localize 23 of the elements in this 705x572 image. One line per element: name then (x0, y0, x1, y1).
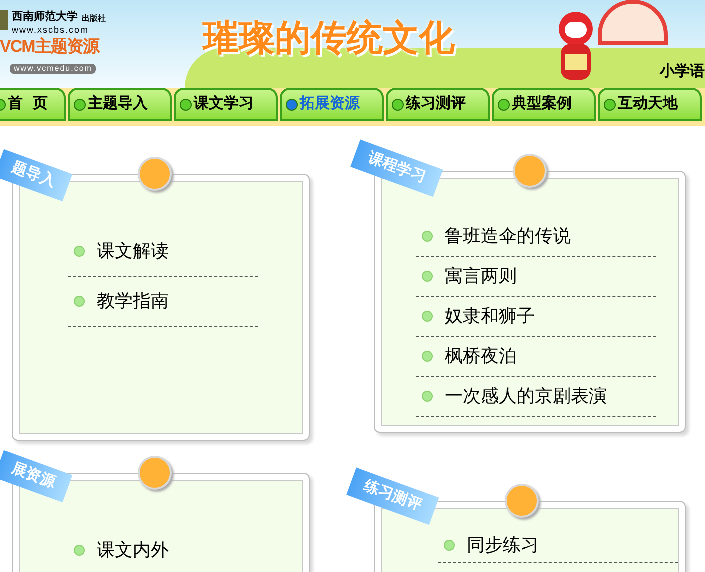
corner-text: 小学语 (660, 64, 705, 79)
list-link[interactable]: 教学指南 (68, 277, 258, 327)
list-link[interactable]: 鲁班造伞的传说 (416, 217, 656, 257)
nav-tab[interactable]: 课文学习 (174, 88, 278, 121)
list-link[interactable]: 课文内外 (68, 526, 258, 572)
publisher-url: www.xscbs.com (12, 26, 90, 35)
brand-url: www.vcmedu.com (10, 64, 96, 74)
list-link[interactable]: 奴隶和狮子 (416, 297, 656, 337)
list-link[interactable]: 同步练习 (438, 529, 678, 563)
nav-tab[interactable]: 首页 (0, 88, 66, 121)
brand-logo: VCM主题资源 (0, 38, 99, 55)
page-title: 璀璨的传统文化 (203, 20, 455, 56)
list-link[interactable]: 一次感人的京剧表演 (416, 377, 656, 417)
publisher-name: 西南师范大学 (12, 12, 78, 23)
nav-tab[interactable]: 互动天地 (598, 88, 702, 121)
nav-tab[interactable]: 典型案例 (492, 88, 596, 121)
list-link[interactable]: 课文解读 (68, 227, 258, 277)
nav-tab[interactable]: 练习测评 (386, 88, 490, 121)
nav-tab[interactable]: 拓展资源 (280, 88, 384, 121)
list-link[interactable]: 枫桥夜泊 (416, 337, 656, 377)
publisher-suffix: 出版社 (82, 15, 106, 23)
nav-tab[interactable]: 主题导入 (68, 88, 172, 121)
list-link[interactable]: 寓言两则 (416, 257, 656, 297)
